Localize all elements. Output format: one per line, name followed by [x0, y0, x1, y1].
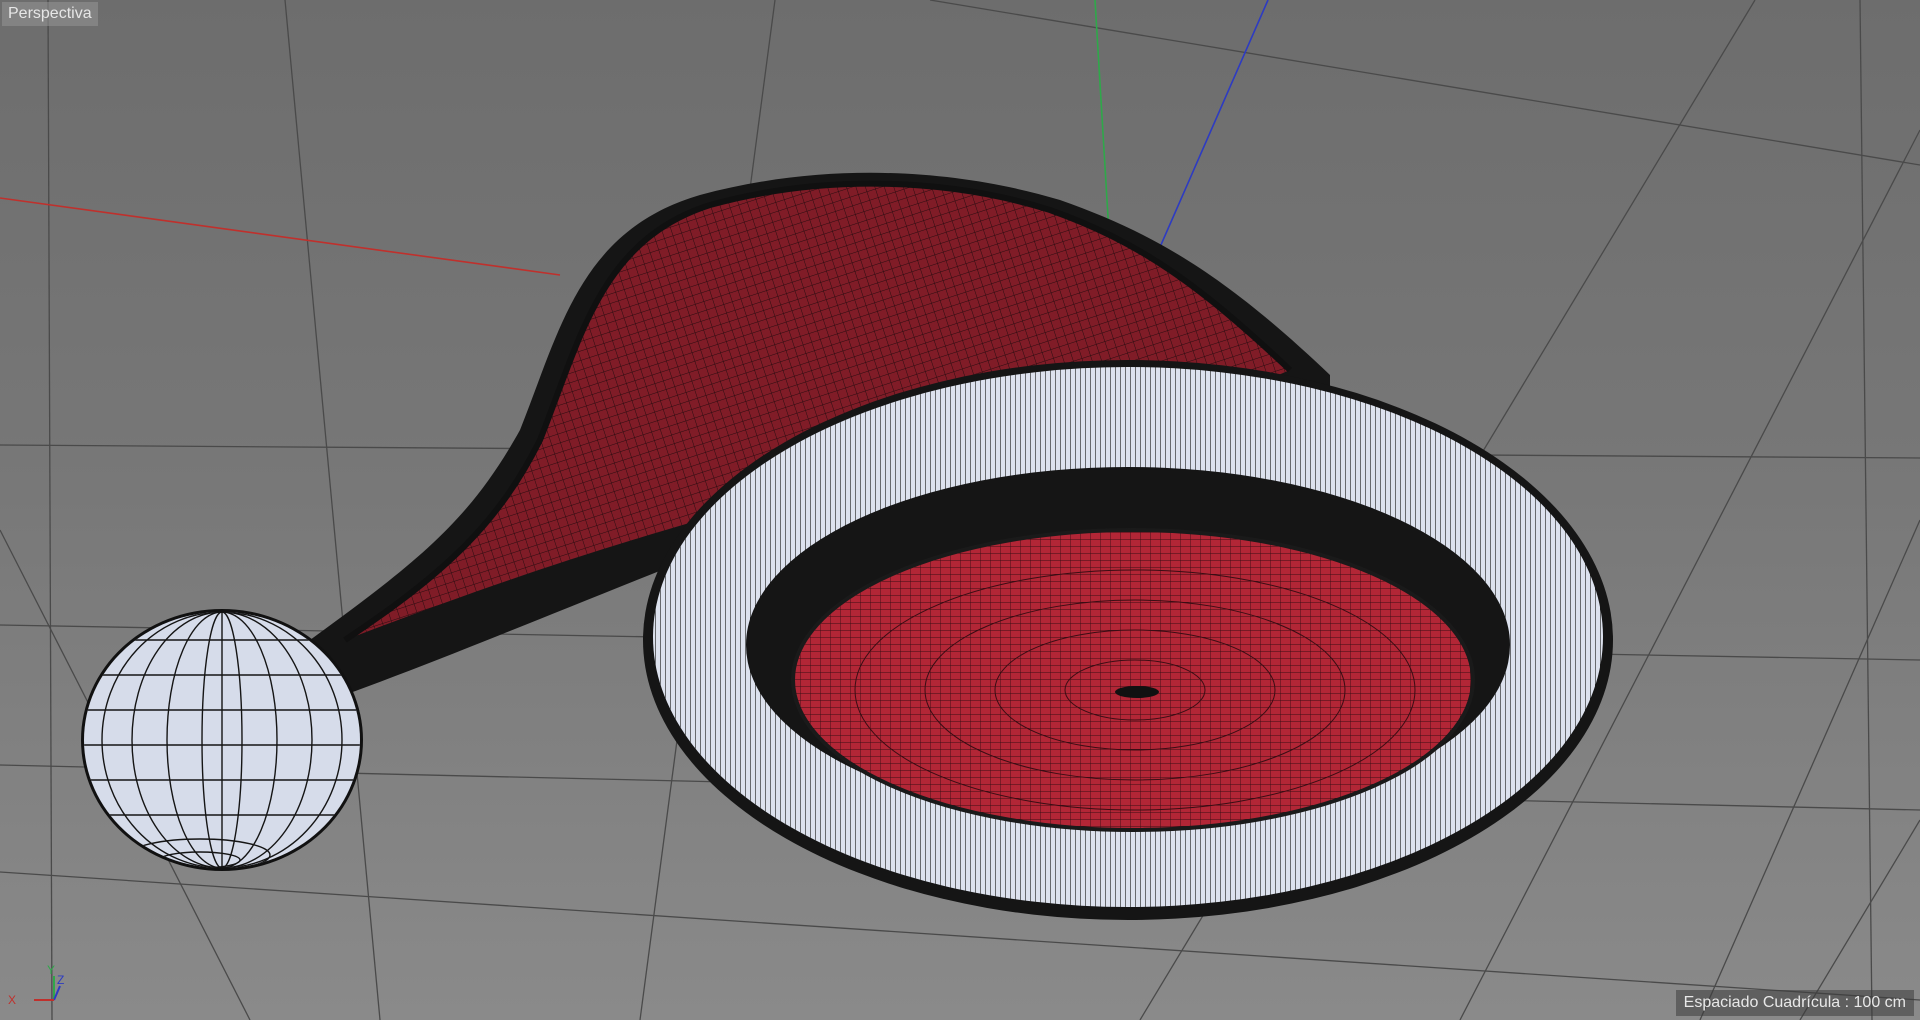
axis-y-label: Y — [47, 963, 55, 977]
axis-gizmo-icon: Y Z X — [8, 963, 64, 1007]
pompom-sphere-mesh — [81, 609, 363, 871]
view-name-label[interactable]: Perspectiva — [2, 2, 98, 26]
y-axis-line — [1094, 0, 1111, 251]
x-axis-line — [0, 197, 561, 276]
axis-z-label: Z — [57, 973, 64, 987]
grid-spacing-label: Espaciado Cuadrícula : 100 cm — [1675, 990, 1914, 1016]
3d-viewport[interactable]: Perspectiva Y Z X Espaciado Cuadrícula :… — [0, 0, 1920, 1020]
z-axis-line — [1149, 0, 1269, 271]
fur-rim-mesh — [643, 360, 1613, 920]
axis-x-label: X — [8, 993, 16, 1007]
scene-canvas[interactable] — [0, 0, 1920, 1020]
